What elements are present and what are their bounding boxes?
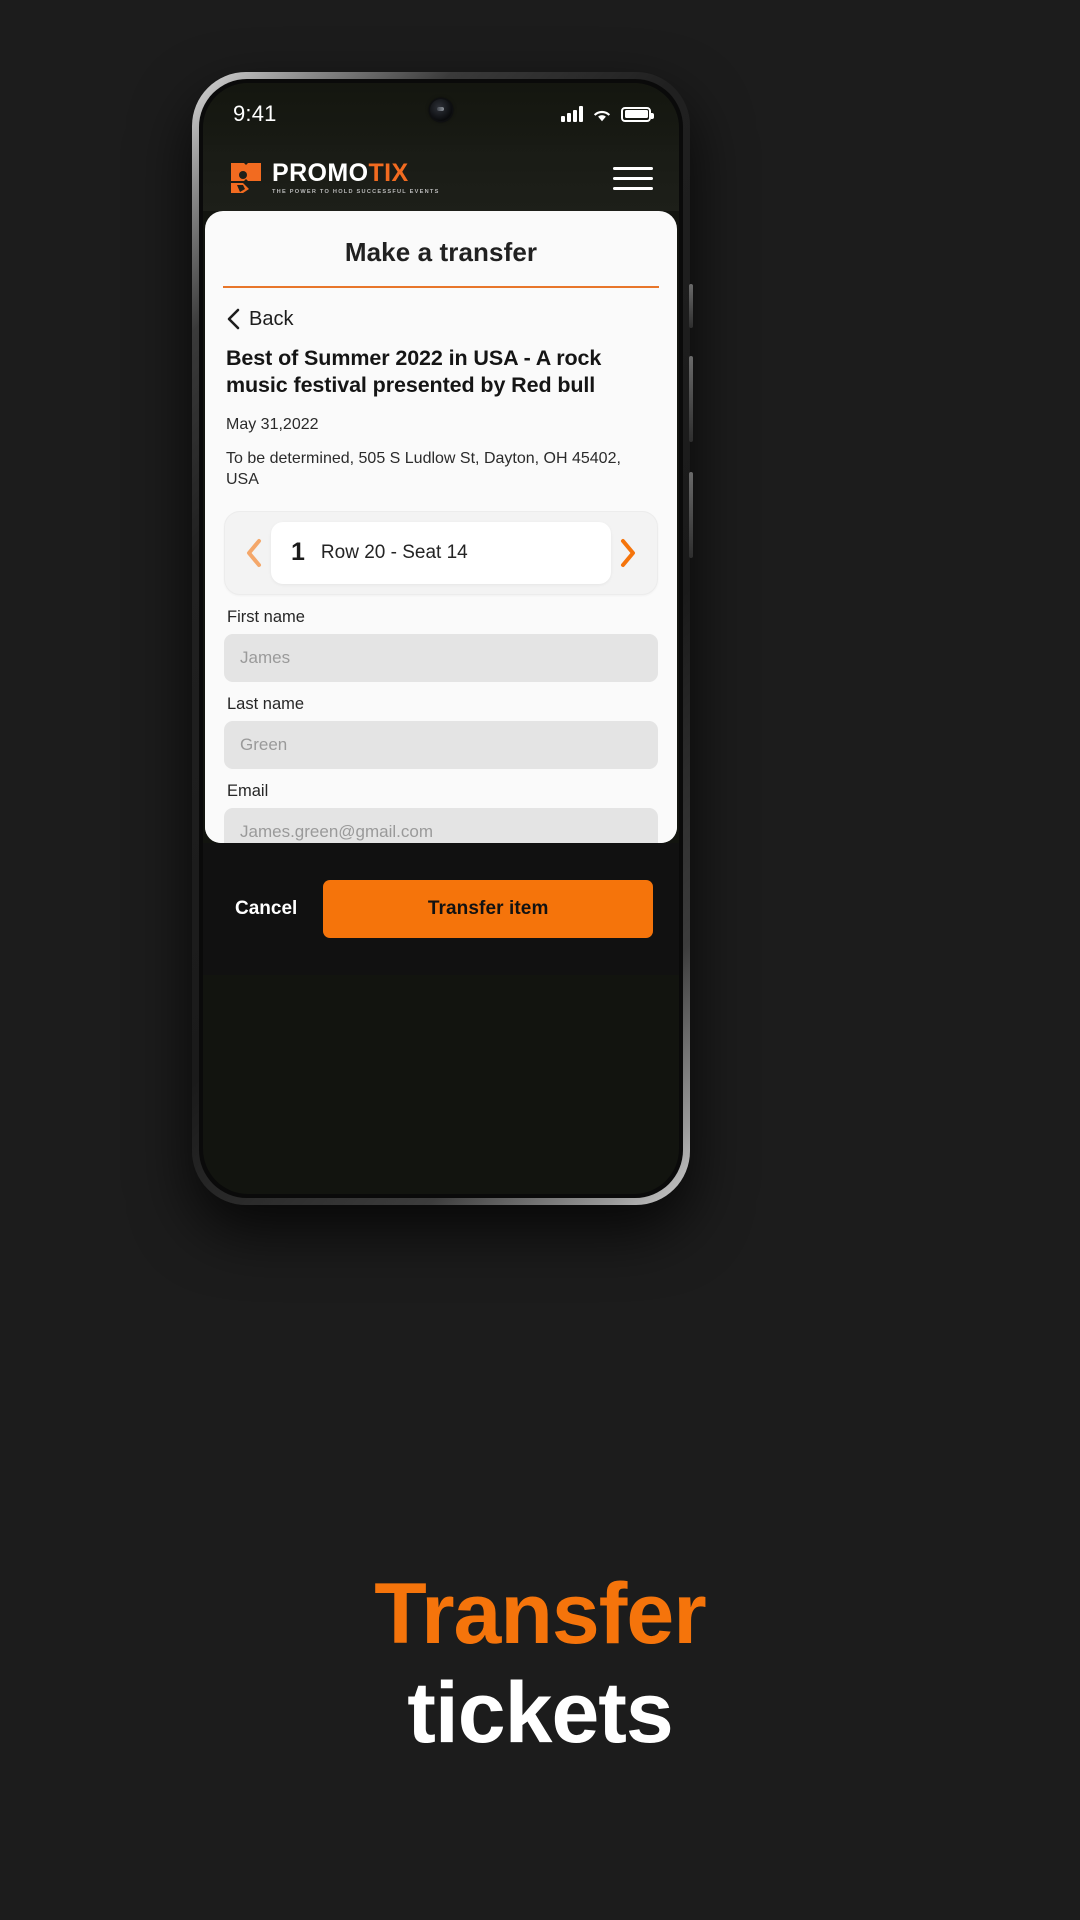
transfer-sheet: Make a transfer Back Best of Summer 2022 <box>205 211 677 843</box>
status-bar-indicators <box>561 106 654 122</box>
status-bar-time: 9:41 <box>233 101 277 126</box>
cellular-signal-icon <box>561 106 583 122</box>
ticket-info: 1 Row 20 - Seat 14 <box>271 521 611 584</box>
hamburger-menu-icon[interactable] <box>613 166 653 190</box>
device-side-button-2[interactable] <box>689 356 693 442</box>
email-field-group: Email James.green@gmail.com <box>224 769 658 843</box>
battery-full-icon <box>621 106 654 122</box>
back-button[interactable]: Back <box>224 288 658 339</box>
cancel-button[interactable]: Cancel <box>229 888 303 930</box>
marketing-caption: Transfer tickets <box>0 1566 1080 1762</box>
brand-name: PROMOTIX <box>272 161 440 186</box>
event-address: To be determined, 505 S Ludlow St, Dayto… <box>226 449 621 489</box>
device-bezel: 9:41 PROMOTIX THE POWER TO HOLD SUCCESSF… <box>199 79 683 1198</box>
chevron-left-icon <box>247 538 261 567</box>
ticket-seat-label: Row 20 - Seat 14 <box>320 541 468 563</box>
sheet-content: Back Best of Summer 2022 in USA - A rock… <box>205 287 677 843</box>
chevron-right-icon <box>621 538 635 567</box>
ticket-index: 1 <box>291 538 305 567</box>
promotix-logo-mark <box>229 161 263 195</box>
event-title: Best of Summer 2022 in USA - A rock musi… <box>226 345 602 398</box>
email-label: Email <box>227 781 269 800</box>
page-root: 9:41 PROMOTIX THE POWER TO HOLD SUCCESSF… <box>0 0 1080 1920</box>
wifi-icon <box>592 107 612 122</box>
transfer-item-button[interactable]: Transfer item <box>323 880 653 938</box>
device-side-button-1[interactable] <box>689 284 693 328</box>
phone-device-frame: 9:41 PROMOTIX THE POWER TO HOLD SUCCESSF… <box>192 72 693 1205</box>
first-name-input[interactable]: James <box>224 633 658 682</box>
device-side-button-3[interactable] <box>689 472 693 558</box>
marketing-line-1: Transfer <box>374 1566 706 1662</box>
first-name-field-group: First name James <box>224 595 658 682</box>
marketing-line-2: tickets <box>407 1665 674 1762</box>
app-header: PROMOTIX THE POWER TO HOLD SUCCESSFUL EV… <box>203 145 679 211</box>
brand-name-primary: PROMO <box>272 159 369 187</box>
last-name-input[interactable]: Green <box>224 720 658 769</box>
ticket-prev-button[interactable] <box>237 538 271 568</box>
phone-screen: 9:41 PROMOTIX THE POWER TO HOLD SUCCESSF… <box>203 83 679 1194</box>
brand-name-accent: TIX <box>368 159 409 187</box>
event-date: May 31,2022 <box>226 415 319 433</box>
brand-text-block: PROMOTIX THE POWER TO HOLD SUCCESSFUL EV… <box>272 161 440 196</box>
ticket-next-button[interactable] <box>611 538 645 568</box>
app-brand[interactable]: PROMOTIX THE POWER TO HOLD SUCCESSFUL EV… <box>229 161 440 195</box>
ticket-selector: 1 Row 20 - Seat 14 <box>224 510 658 595</box>
page-title: Make a transfer <box>344 237 538 267</box>
first-name-label: First name <box>227 607 305 626</box>
last-name-label: Last name <box>227 694 305 713</box>
email-input[interactable]: James.green@gmail.com <box>224 807 658 843</box>
last-name-field-group: Last name Green <box>224 682 658 769</box>
brand-tagline: THE POWER TO HOLD SUCCESSFUL EVENTS <box>272 189 440 195</box>
chevron-left-icon <box>226 308 240 330</box>
action-footer: Cancel Transfer item <box>203 843 679 975</box>
back-button-label: Back <box>249 307 294 330</box>
status-bar: 9:41 <box>203 83 679 145</box>
front-camera-punch-hole <box>430 99 452 121</box>
